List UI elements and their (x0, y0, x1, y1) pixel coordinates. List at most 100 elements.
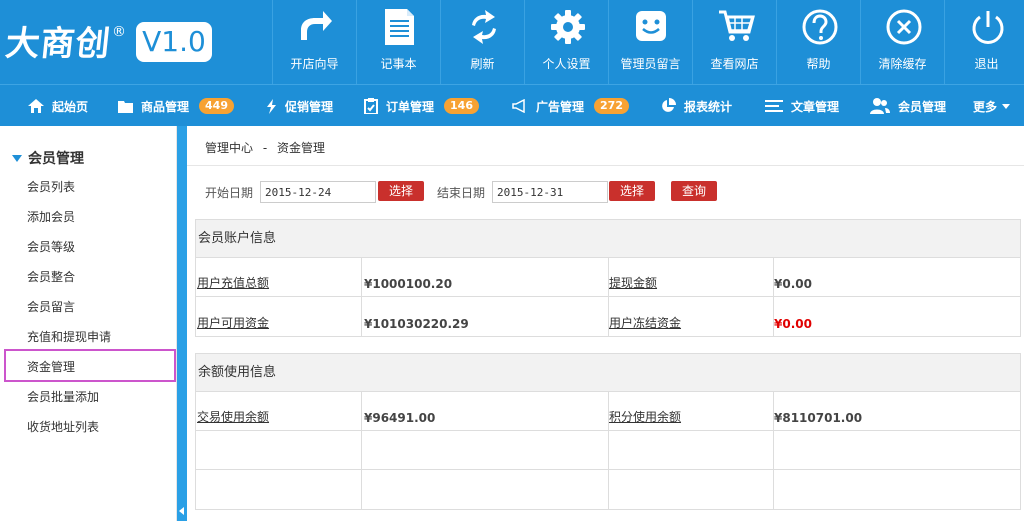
list-icon (765, 100, 783, 112)
tool-label: 帮助 (806, 57, 831, 71)
caret-down-icon (1002, 103, 1011, 109)
collapse-arrow-icon[interactable] (179, 507, 184, 515)
table-row: 用户充值总额 ¥1000100.20 提现金额 ¥0.00 (196, 258, 1020, 297)
gear-icon (551, 10, 585, 44)
nav-reports-label: 报表统计 (684, 99, 733, 114)
table-cell: 提现金额 (608, 258, 773, 296)
table-cell (361, 431, 608, 469)
sidebar-item-address-list[interactable]: 收货地址列表 (27, 418, 99, 435)
clipboard-icon (364, 98, 378, 114)
nav-promotions[interactable]: 促销管理 (266, 85, 333, 127)
sidebar-item-member-messages[interactable]: 会员留言 (27, 298, 75, 315)
tool-view-shop[interactable]: 查看网店 (692, 0, 776, 84)
nav-orders[interactable]: 订单管理 146 (364, 85, 479, 127)
available-funds-value: ¥101030220.29 (364, 317, 469, 331)
tool-label: 退出 (974, 57, 999, 71)
tool-refresh[interactable]: 刷新 (440, 0, 524, 84)
end-date-select-button[interactable]: 选择 (609, 181, 655, 201)
nav-ads-label: 广告管理 (536, 99, 585, 114)
withdraw-amount-link[interactable]: 提现金额 (609, 274, 657, 291)
main-content: 管理中心 - 资金管理 开始日期 选择 结束日期 选择 查询 会员账户信息 用户… (187, 126, 1024, 521)
cart-icon (719, 10, 755, 41)
sidebar-item-member-list[interactable]: 会员列表 (27, 178, 75, 195)
tool-admin-messages[interactable]: 管理员留言 (608, 0, 692, 84)
sidebar-item-fund-management[interactable]: 资金管理 (27, 358, 75, 375)
sidebar-item-member-integration[interactable]: 会员整合 (27, 268, 75, 285)
table-cell: 用户可用资金 (196, 297, 361, 336)
tool-logout[interactable]: 退出 (944, 0, 1024, 84)
tool-shop-guide[interactable]: 开店向导 (272, 0, 356, 84)
clear-x-icon (886, 9, 922, 45)
tool-notepad[interactable]: 记事本 (356, 0, 440, 84)
tool-personal-settings[interactable]: 个人设置 (524, 0, 608, 84)
tool-clear-cache[interactable]: 清除缓存 (860, 0, 944, 84)
ads-count-badge: 272 (594, 98, 629, 114)
tool-label: 记事本 (380, 57, 417, 71)
users-icon (870, 98, 890, 114)
query-button[interactable]: 查询 (671, 181, 717, 201)
nav-home[interactable]: 起始页 (28, 85, 88, 127)
tool-label: 管理员留言 (620, 57, 681, 71)
trade-balance-value: ¥96491.00 (364, 411, 436, 425)
available-funds-link[interactable]: 用户可用资金 (197, 314, 269, 331)
table-cell (361, 470, 608, 509)
table-cell: ¥8110701.00 (773, 392, 1022, 430)
nav-articles[interactable]: 文章管理 (765, 85, 839, 127)
table-title: 会员账户信息 (196, 220, 1020, 258)
end-date-input[interactable] (492, 181, 608, 203)
sidebar-splitter[interactable] (177, 126, 187, 521)
sidebar: 会员管理 会员列表 添加会员 会员等级 会员整合 会员留言 充值和提现申请 资金… (0, 126, 177, 521)
smiley-message-icon (636, 11, 666, 41)
tool-label: 清除缓存 (878, 57, 927, 71)
tool-label: 开店向导 (290, 57, 339, 71)
end-date-label: 结束日期 (437, 186, 486, 200)
version-badge: V1.0 (136, 22, 212, 62)
start-date-label: 开始日期 (205, 186, 254, 200)
table-cell (608, 470, 773, 509)
sidebar-heading: 会员管理 (28, 151, 84, 167)
nav-more[interactable]: 更多 (973, 85, 1011, 127)
top-toolbar: 开店向导 记事本 刷新 个人设置 管理员留言 查看网店 帮助 清除缓存 退出 (272, 0, 1024, 84)
start-date-select-button[interactable]: 选择 (378, 181, 424, 201)
folder-icon (118, 100, 133, 113)
trade-balance-link[interactable]: 交易使用余额 (197, 408, 269, 425)
frozen-funds-value: ¥0.00 (774, 317, 812, 331)
table-cell: 用户冻结资金 (608, 297, 773, 336)
pie-chart-icon (662, 98, 676, 112)
notepad-icon (385, 9, 414, 45)
tool-help[interactable]: 帮助 (776, 0, 860, 84)
nav-members[interactable]: 会员管理 (870, 85, 946, 127)
balance-usage-table: 余额使用信息 交易使用余额 ¥96491.00 积分使用余额 ¥8110701.… (195, 353, 1021, 510)
table-cell (196, 431, 361, 469)
nav-members-label: 会员管理 (898, 99, 947, 114)
nav-articles-label: 文章管理 (791, 99, 840, 114)
top-bar: 大商创 ® V1.0 开店向导 记事本 刷新 个人设置 管理员留言 查看网店 帮… (0, 0, 1024, 84)
nav-reports[interactable]: 报表统计 (660, 85, 732, 127)
nav-orders-label: 订单管理 (386, 99, 435, 114)
withdraw-amount-value: ¥0.00 (774, 277, 812, 291)
table-cell (773, 470, 1022, 509)
frozen-funds-link[interactable]: 用户冻结资金 (609, 314, 681, 331)
sidebar-item-batch-add[interactable]: 会员批量添加 (27, 388, 99, 405)
tool-label: 刷新 (470, 57, 495, 71)
logo-text: 大商创 (3, 24, 113, 64)
points-balance-link[interactable]: 积分使用余额 (609, 408, 681, 425)
breadcrumb-root[interactable]: 管理中心 (205, 141, 253, 155)
start-date-input[interactable] (260, 181, 376, 203)
total-recharge-link[interactable]: 用户充值总额 (197, 274, 269, 291)
total-recharge-value: ¥1000100.20 (364, 277, 453, 291)
logo: 大商创 ® V1.0 (0, 0, 270, 84)
nav-ads[interactable]: 广告管理 272 (512, 85, 629, 127)
tool-label: 个人设置 (542, 57, 591, 71)
sidebar-item-member-levels[interactable]: 会员等级 (27, 238, 75, 255)
table-row: 交易使用余额 ¥96491.00 积分使用余额 ¥8110701.00 (196, 392, 1020, 431)
expand-triangle-icon (12, 154, 22, 162)
sidebar-item-add-member[interactable]: 添加会员 (27, 208, 75, 225)
table-cell: ¥0.00 (773, 297, 1022, 336)
account-info-table: 会员账户信息 用户充值总额 ¥1000100.20 提现金额 ¥0.00 用户可… (195, 219, 1021, 337)
sidebar-item-recharge-withdraw[interactable]: 充值和提现申请 (27, 328, 111, 345)
question-icon (802, 9, 838, 45)
goods-count-badge: 449 (199, 98, 234, 114)
nav-goods[interactable]: 商品管理 449 (118, 85, 234, 127)
sidebar-section-members[interactable]: 会员管理 (12, 148, 84, 168)
